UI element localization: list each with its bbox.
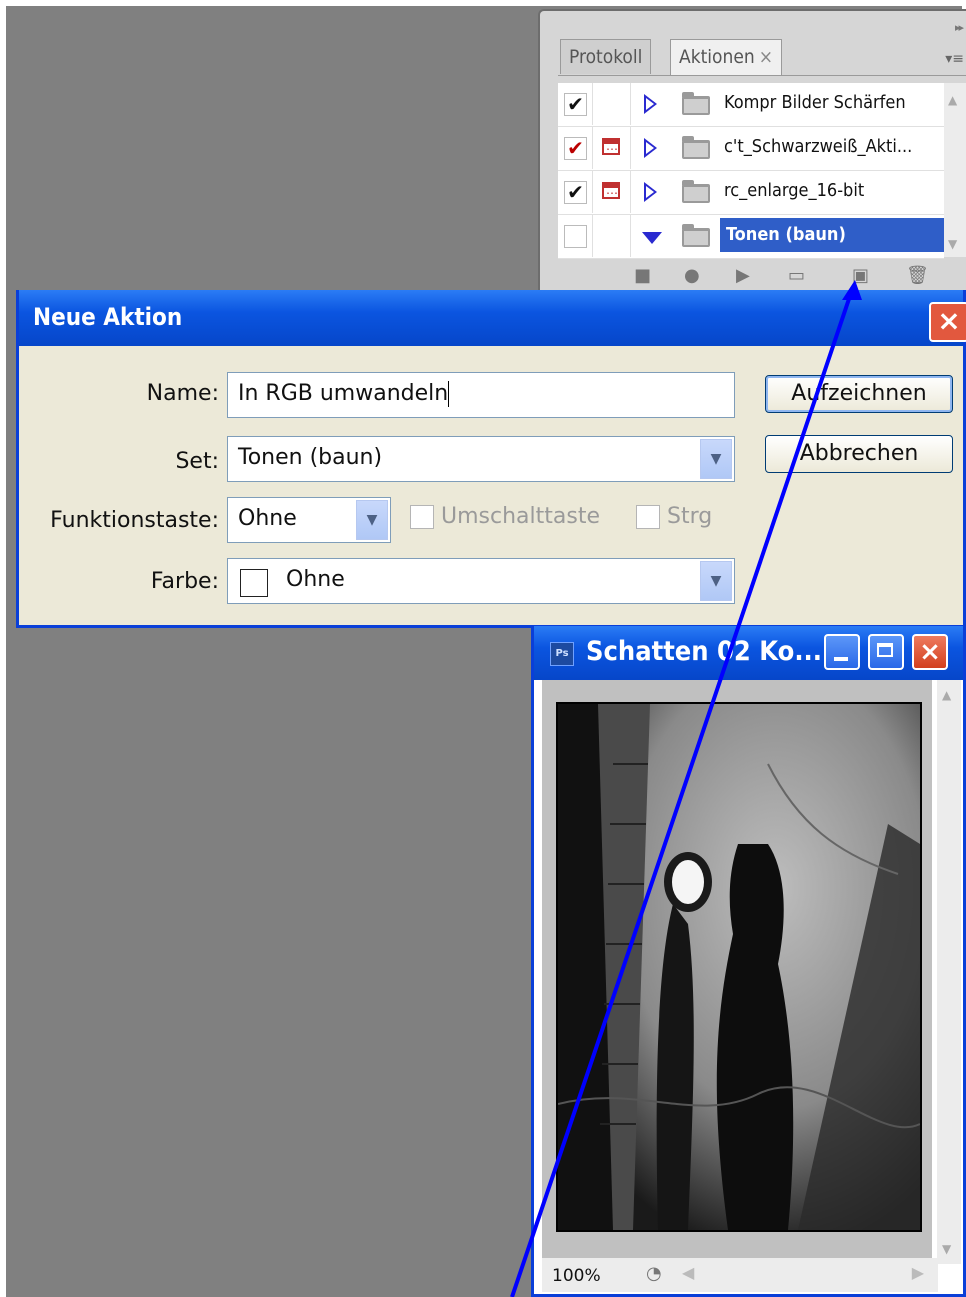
arrow-head [842,280,862,300]
arrow-line [510,286,855,1297]
annotation-arrow [510,280,862,1297]
